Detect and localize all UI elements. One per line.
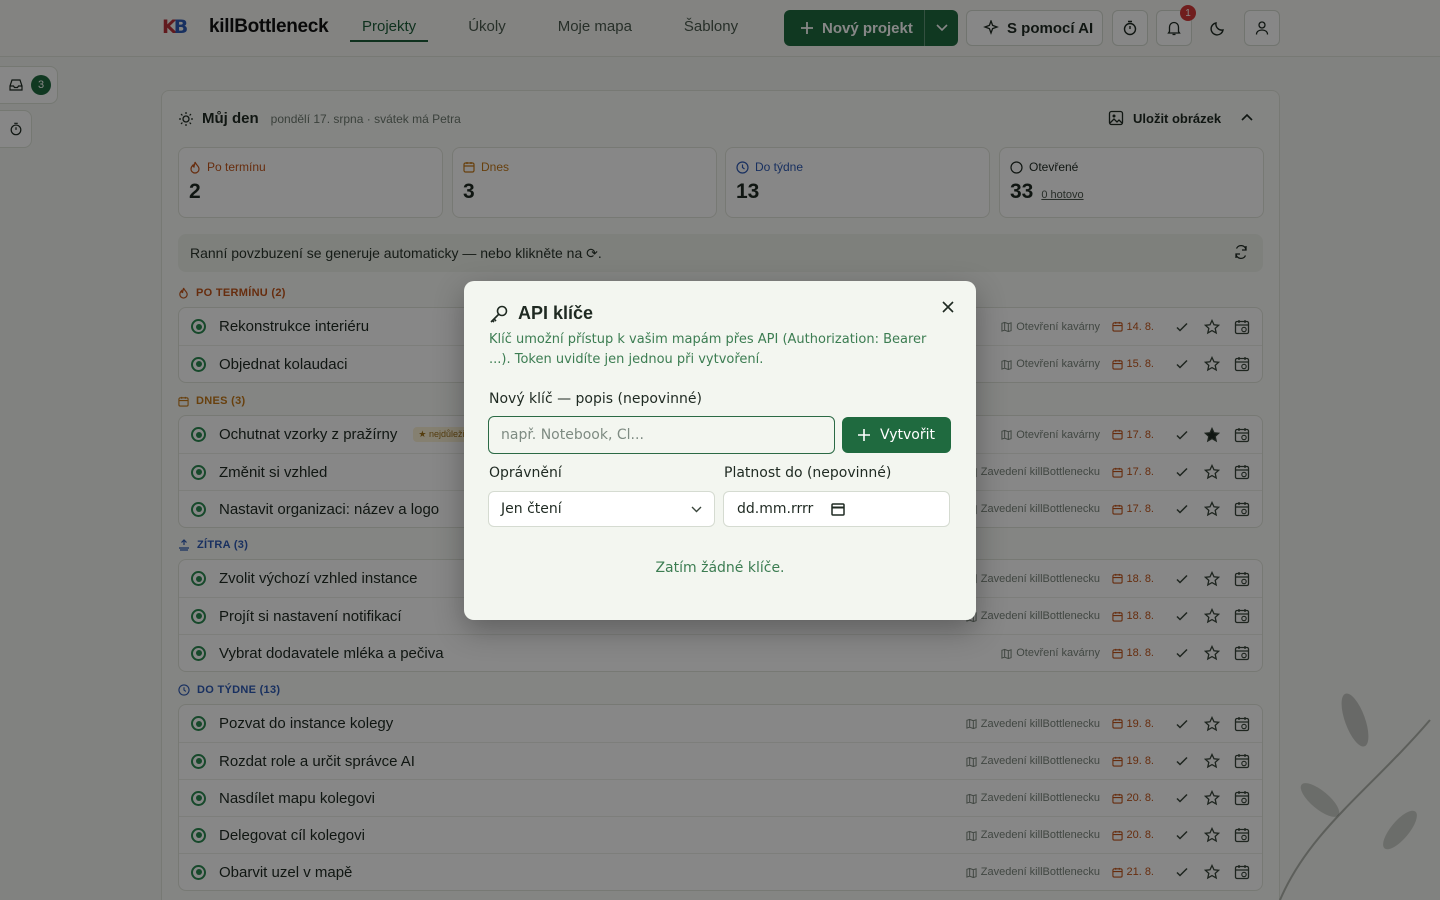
expiry-label: Platnost do (nepovinné) <box>724 465 892 481</box>
calendar-icon[interactable] <box>831 502 845 516</box>
key-icon <box>489 304 509 324</box>
dialog-title: API klíče <box>518 303 594 323</box>
dialog-description: Klíč umožní přístup k vašim mapám přes A… <box>489 332 927 367</box>
permissions-label: Oprávnění <box>489 465 562 481</box>
expiry-date-input[interactable]: dd.mm.rrrr <box>723 491 950 527</box>
new-key-label: Nový klíč — popis (nepovinné) <box>489 391 702 407</box>
api-keys-dialog: API klíče Klíč umožní přístup k vašim ma… <box>464 281 976 620</box>
permissions-value: Jen čtení <box>501 501 562 517</box>
create-key-button[interactable]: Vytvořit <box>842 417 951 453</box>
chevron-down-icon <box>691 506 702 513</box>
plus-icon <box>858 429 871 441</box>
permissions-select[interactable]: Jen čtení <box>488 491 715 527</box>
close-button[interactable] <box>938 297 958 317</box>
create-key-label: Vytvořit <box>880 427 935 443</box>
empty-keys-message: Zatím žádné klíče. <box>655 560 785 576</box>
key-description-input[interactable] <box>488 416 835 454</box>
close-icon <box>942 301 954 313</box>
expiry-date-placeholder: dd.mm.rrrr <box>737 501 814 517</box>
dialog-header: API klíče <box>489 303 951 324</box>
